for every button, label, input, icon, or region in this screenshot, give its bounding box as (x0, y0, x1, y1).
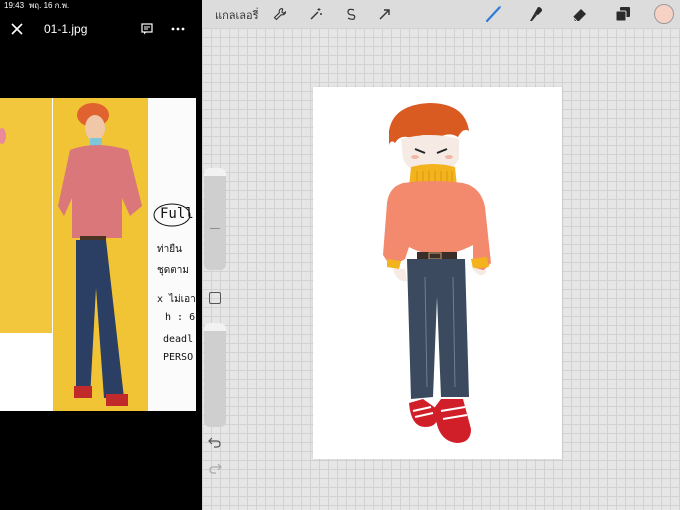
opacity-slider[interactable] (204, 323, 226, 427)
redo-icon[interactable] (208, 461, 222, 474)
note-line: ชุดตาม (157, 265, 189, 276)
drawing-canvas[interactable] (313, 87, 562, 459)
more-icon[interactable] (168, 14, 188, 44)
layers-icon[interactable] (613, 4, 633, 24)
close-icon[interactable] (6, 14, 28, 44)
modify-button[interactable] (209, 292, 221, 304)
note-line: ท่ายืน (157, 244, 182, 255)
note-line: h : 6 (165, 312, 196, 323)
slider-cap (204, 323, 226, 331)
transform-arrow-icon[interactable] (375, 4, 395, 24)
eraser-icon[interactable] (569, 4, 589, 24)
status-time: 19:43 (4, 1, 25, 10)
viewer-toolbar: 01-1.jpg (0, 14, 202, 44)
brush-size-slider[interactable] (204, 168, 226, 270)
comment-icon[interactable] (137, 14, 157, 44)
procreate-sidebar (202, 168, 228, 486)
undo-icon[interactable] (208, 435, 222, 448)
gallery-button[interactable]: แกลเลอรี่ (215, 6, 259, 24)
note-line: x ไม่เอา (157, 294, 196, 305)
procreate-app: แกลเลอรี่ (202, 0, 680, 510)
smudge-icon[interactable] (526, 4, 546, 24)
slider-thumb[interactable] (210, 228, 220, 229)
note-line: deadl (163, 334, 194, 345)
selection-icon[interactable] (341, 4, 361, 24)
note-line: Full (160, 206, 194, 222)
wrench-icon[interactable] (270, 4, 290, 24)
photo-image[interactable]: Full ท่ายืน ชุดตาม x ไม่เอา h : 6 deadl … (0, 98, 196, 411)
top-toolbar: แกลเลอรี่ (202, 0, 680, 28)
slider-cap (204, 168, 226, 176)
status-bar: 19:43 พฤ. 16 ก.พ. (0, 0, 202, 14)
photo-viewer: 19:43 พฤ. 16 ก.พ. 01-1.jpg Full ท่ายืน ช… (0, 0, 202, 510)
magic-wand-icon[interactable] (306, 4, 326, 24)
color-swatch[interactable] (653, 3, 675, 25)
file-name: 01-1.jpg (44, 22, 88, 36)
status-date: พฤ. 16 ก.พ. (29, 1, 70, 10)
note-line: PERSO (163, 352, 194, 363)
brush-icon[interactable] (484, 4, 504, 24)
